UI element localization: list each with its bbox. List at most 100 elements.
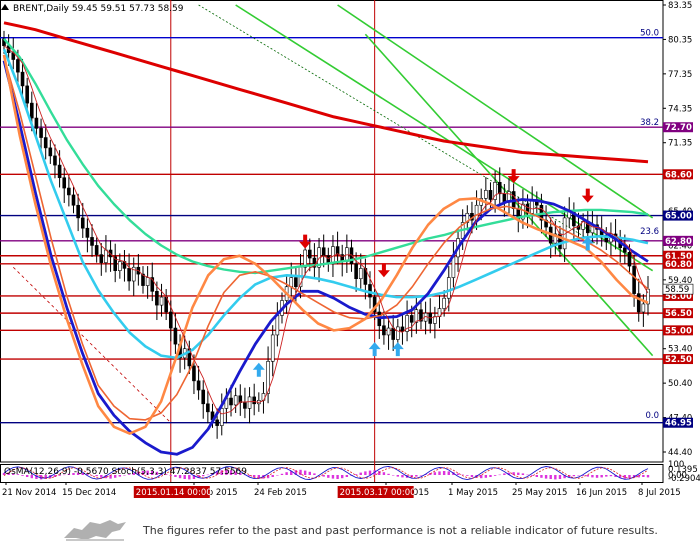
candle-body — [192, 365, 196, 382]
osma-bar — [433, 472, 437, 475]
candle-body — [307, 249, 312, 259]
candle-body — [358, 268, 363, 280]
candle-body — [20, 71, 25, 87]
level-price-label: 52.50 — [665, 355, 692, 365]
candle-body — [275, 315, 280, 336]
oscillator-tick-label: -0.2904 — [668, 474, 700, 484]
osma-bar — [470, 475, 474, 477]
level-price-label: 72.70 — [665, 123, 692, 133]
candle-body — [391, 327, 395, 340]
candle-body — [25, 85, 29, 104]
level-price-label: 56.50 — [665, 309, 692, 319]
candle-body — [206, 403, 210, 413]
osma-bar — [549, 475, 552, 479]
osma-bar — [280, 473, 284, 475]
candle-body — [48, 147, 53, 157]
osma-bar — [503, 473, 506, 475]
osma-bar — [341, 475, 344, 479]
candle-body — [294, 277, 298, 288]
osma-bar — [299, 469, 302, 475]
candle-body — [229, 397, 233, 406]
candle-body — [368, 284, 372, 298]
y-tick-label: 80.35 — [668, 35, 692, 45]
candle-body — [396, 326, 400, 340]
candle-body — [90, 237, 94, 246]
candle-body — [623, 247, 627, 253]
osma-bar — [595, 475, 599, 478]
candle-body — [636, 293, 641, 313]
osma-bar — [456, 473, 460, 475]
candle-body — [155, 291, 159, 306]
disclaimer-text: The figures refer to the past and past p… — [143, 524, 658, 537]
osma-bar — [530, 475, 534, 476]
candle-body — [201, 389, 206, 405]
osma-bar — [461, 474, 464, 476]
osma-bar — [327, 475, 330, 478]
osma-bar — [642, 475, 645, 477]
level-price-label: 68.60 — [665, 170, 692, 180]
chart-title: BRENT,Daily 59.45 59.51 57.73 58.59 — [13, 4, 184, 14]
candle-body — [641, 303, 646, 313]
candle-body — [104, 249, 108, 263]
candle-body — [442, 297, 446, 309]
x-tick-label: 1 May 2015 — [448, 488, 498, 498]
osma-bar — [554, 475, 557, 480]
osma-bar — [322, 475, 325, 477]
y-tick-label: 44.40 — [668, 448, 692, 458]
candle-body — [99, 254, 104, 263]
candle-body — [196, 380, 201, 391]
osma-bar — [382, 472, 386, 475]
level-price-label: 62.80 — [665, 237, 692, 247]
candle-body — [484, 190, 488, 199]
candle-body — [43, 137, 48, 149]
x-tick-label: 8 Jul 2015 — [638, 488, 681, 498]
candle-body — [62, 177, 67, 189]
brent-chart: 50.0 38.2 23.6 0.0 83.35 80.35 77.35 74.35 71.35… — [0, 0, 700, 506]
candle-body — [219, 408, 224, 426]
candle-body — [627, 252, 632, 267]
highlighted-date-label: 2015.01.14 00:00 — [136, 488, 212, 498]
osma-bar — [415, 475, 418, 477]
fib-label: 50.0 — [640, 29, 659, 39]
osma-bar — [526, 474, 529, 476]
candle-body — [57, 164, 62, 179]
candle-body — [386, 327, 391, 336]
osma-bar — [646, 475, 650, 478]
fib-label: 23.6 — [640, 227, 659, 237]
candle-body — [39, 128, 43, 138]
candle-body — [270, 334, 275, 362]
y-tick-label: 83.35 — [668, 1, 692, 11]
osma-bar — [276, 475, 279, 476]
osma-bar — [364, 471, 367, 475]
candle-body — [159, 296, 164, 306]
osma-bar — [368, 470, 372, 475]
osma-bar — [419, 475, 423, 476]
candle-body — [34, 117, 39, 129]
candle-body — [16, 59, 20, 73]
osma-bar — [345, 475, 349, 477]
y-tick-label: 71.35 — [668, 139, 692, 149]
bull-logo-icon — [64, 520, 126, 541]
osma-bar — [387, 473, 390, 475]
osma-bar — [577, 475, 580, 476]
osma-bar — [438, 471, 441, 475]
candle-body — [127, 268, 131, 282]
osma-bar — [572, 475, 576, 477]
x-tick-label: 24 Feb 2015 — [254, 488, 307, 498]
candle-body — [252, 396, 256, 405]
candle-body — [414, 309, 419, 323]
osma-bar — [336, 475, 339, 479]
x-tick-label: 16 Jun 2015 — [576, 488, 627, 498]
candle-body — [173, 327, 178, 345]
candle-body — [446, 277, 451, 299]
candle-body — [433, 316, 437, 324]
candle-body — [321, 247, 326, 257]
candle-body — [215, 419, 219, 426]
osma-bar — [391, 475, 395, 476]
candle-body — [118, 261, 122, 271]
x-tick-label: 21 Nov 2014 — [2, 488, 56, 498]
osma-bar — [628, 475, 631, 479]
osma-bar — [359, 472, 362, 475]
osma-bar — [521, 473, 525, 475]
osma-bar — [396, 475, 400, 477]
